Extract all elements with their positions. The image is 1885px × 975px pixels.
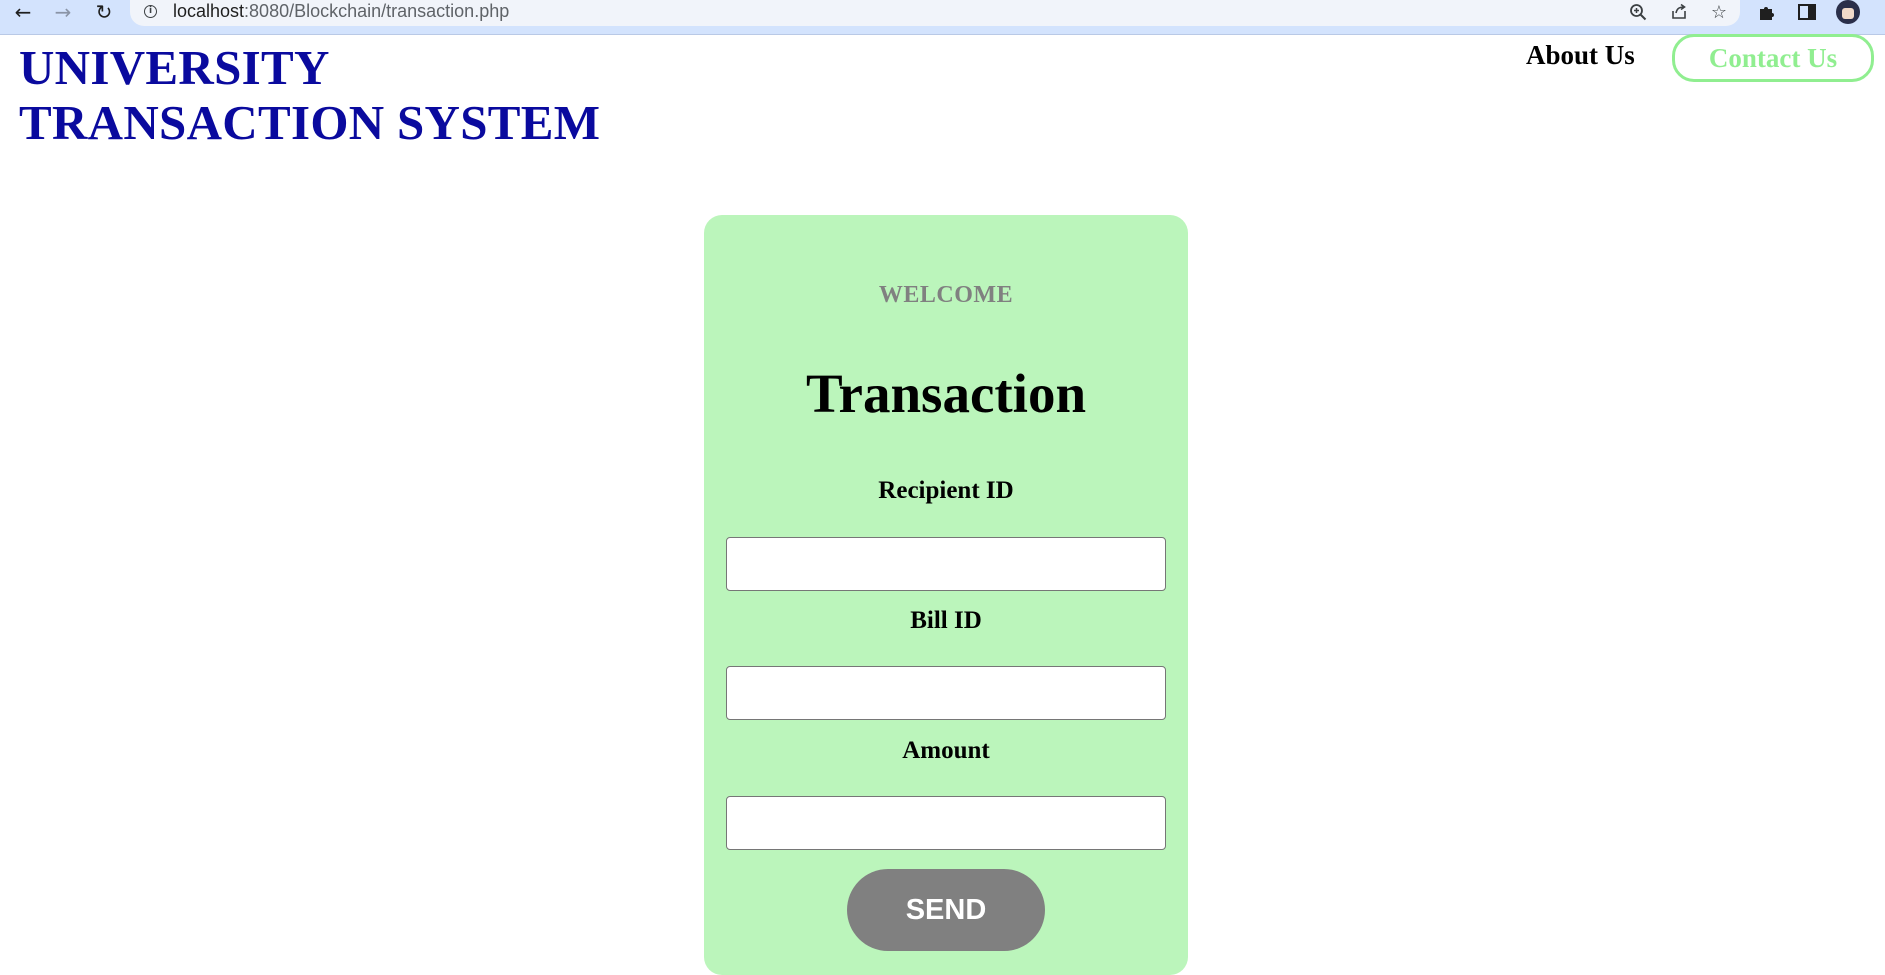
info-icon[interactable]: i: [144, 5, 157, 18]
forward-arrow-icon[interactable]: →: [48, 0, 78, 24]
amount-label: Amount: [902, 737, 990, 764]
bill-id-label: Bill ID: [910, 607, 982, 634]
browser-toolbar: ← → ↻ i localhost:8080/Blockchain/transa…: [0, 0, 1885, 35]
amount-input[interactable]: [726, 796, 1166, 850]
url-text[interactable]: localhost:8080/Blockchain/transaction.ph…: [173, 1, 509, 22]
back-arrow-icon[interactable]: ←: [8, 0, 38, 24]
welcome-text: WELCOME: [878, 282, 1014, 308]
send-button[interactable]: SEND: [847, 869, 1045, 951]
avatar-face: [1842, 8, 1854, 19]
nav-contact-us-button[interactable]: Contact Us: [1672, 34, 1874, 82]
url-path: :8080/Blockchain/transaction.php: [244, 1, 510, 21]
star-icon[interactable]: ☆: [1705, 0, 1733, 24]
avatar[interactable]: [1836, 0, 1860, 24]
recipient-id-input[interactable]: [726, 537, 1166, 591]
puzzle-icon[interactable]: [1752, 0, 1782, 24]
share-icon[interactable]: [1665, 0, 1693, 24]
side-panel-icon[interactable]: [1792, 0, 1822, 24]
bill-id-input[interactable]: [726, 666, 1166, 720]
nav-about-us-link[interactable]: About Us: [1526, 40, 1635, 71]
reload-icon[interactable]: ↻: [89, 0, 119, 24]
form-title: Transaction: [805, 363, 1087, 424]
transaction-card: WELCOME Transaction Recipient ID Bill ID…: [704, 215, 1188, 975]
url-host: localhost: [173, 1, 245, 21]
zoom-icon[interactable]: [1624, 0, 1652, 24]
recipient-id-label: Recipient ID: [878, 477, 1014, 504]
site-title-line2: TRANSACTION SYSTEM: [19, 95, 601, 150]
site-title: UNIVERSITY TRANSACTION SYSTEM: [19, 40, 600, 150]
address-bar[interactable]: i localhost:8080/Blockchain/transaction.…: [130, 0, 1740, 26]
site-title-line1: UNIVERSITY: [19, 40, 330, 95]
